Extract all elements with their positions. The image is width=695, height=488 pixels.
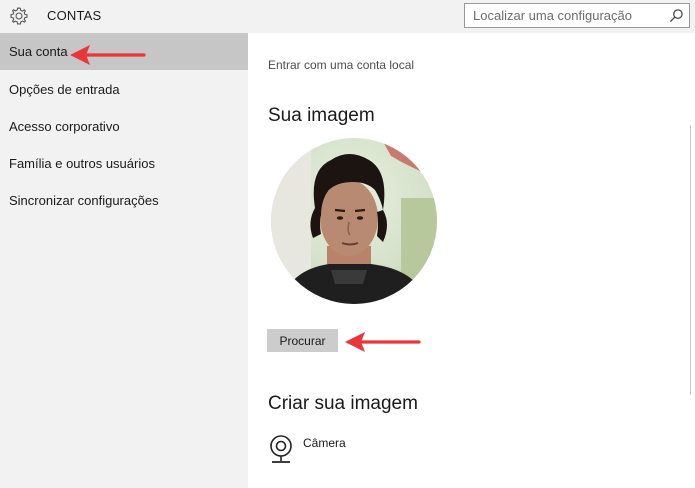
avatar [271,138,437,304]
sidebar-item-acesso-corporativo[interactable]: Acesso corporativo [0,108,248,145]
search-icon[interactable] [669,8,684,23]
sidebar: Sua conta Opções de entrada Acesso corpo… [0,33,248,488]
sidebar-item-sincronizar[interactable]: Sincronizar configurações [0,182,248,219]
settings-window: CONTAS Sua conta Opções de entrada Acess… [0,0,695,488]
scrollbar[interactable] [690,125,691,395]
camera-option[interactable]: Câmera [268,433,388,467]
sidebar-item-label: Sua conta [9,44,68,59]
search-input[interactable] [465,4,661,27]
your-picture-heading: Sua imagem [268,105,375,126]
title-bar: CONTAS [0,0,695,33]
page-title: CONTAS [47,8,102,23]
main-content: Entrar com uma conta local Sua imagem Pr… [248,33,695,488]
annotation-arrow-browse [345,332,421,352]
browse-button[interactable]: Procurar [267,329,338,352]
camera-icon [270,435,292,463]
sidebar-item-opcoes-de-entrada[interactable]: Opções de entrada [0,71,248,108]
sidebar-item-label: Sincronizar configurações [9,193,159,208]
local-account-link[interactable]: Entrar com uma conta local [268,58,414,72]
camera-label: Câmera [303,436,346,450]
sidebar-item-label: Opções de entrada [9,82,120,97]
gear-icon [10,7,28,25]
sidebar-item-familia[interactable]: Família e outros usuários [0,145,248,182]
create-picture-heading: Criar sua imagem [268,393,418,414]
sidebar-item-label: Família e outros usuários [9,156,155,171]
sidebar-item-label: Acesso corporativo [9,119,120,134]
search-box[interactable] [464,3,690,28]
annotation-arrow-sidebar [70,45,146,65]
